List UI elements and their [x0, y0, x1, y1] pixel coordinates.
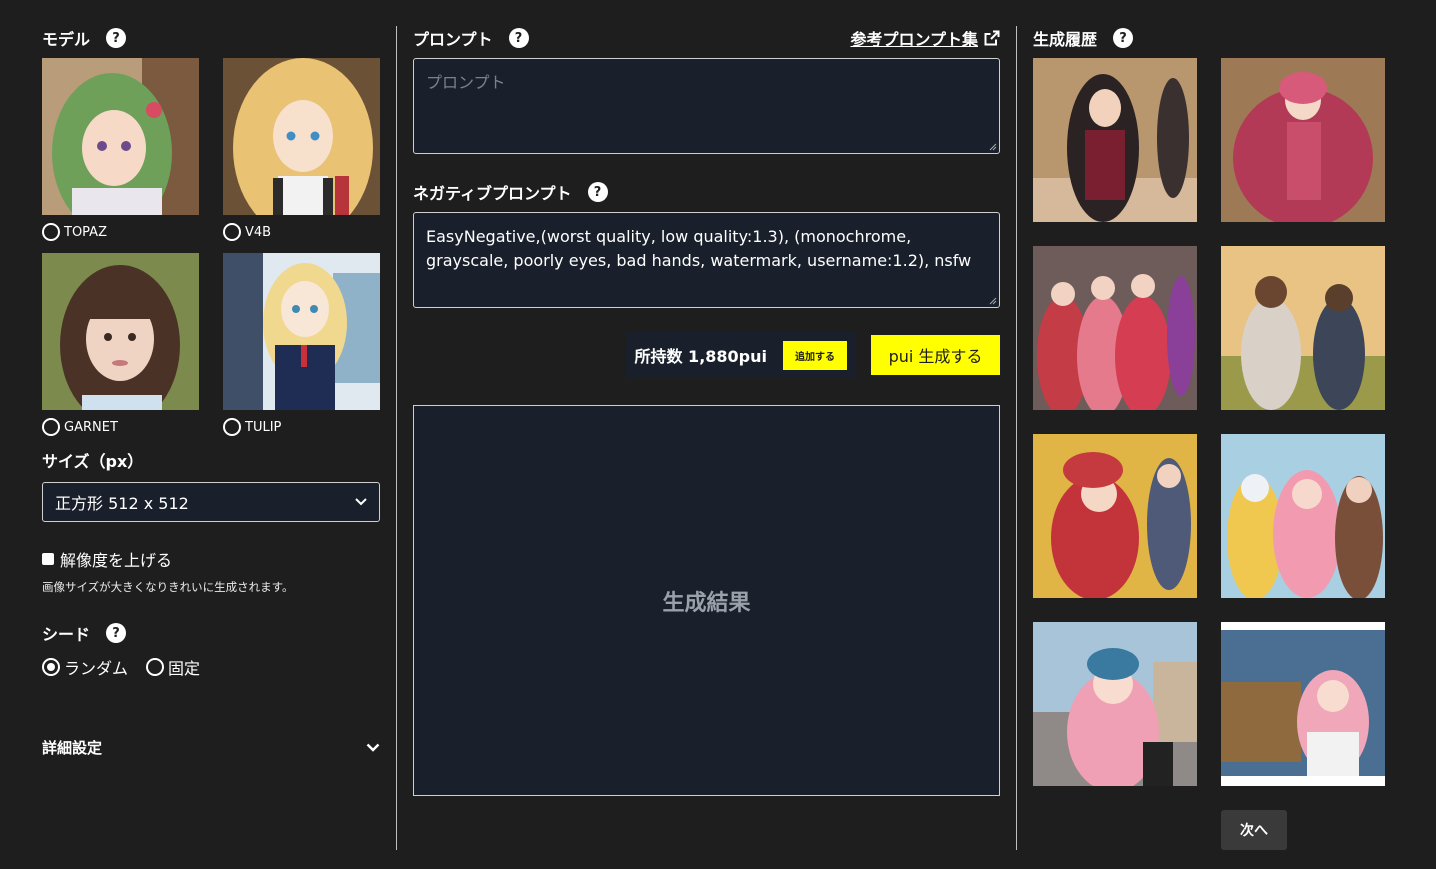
generation-result-label: 生成結果 — [662, 590, 751, 616]
reference-prompts-label: 参考プロンプト集 — [850, 30, 978, 49]
chevron-down-icon — [355, 498, 367, 506]
model-radio-row-topaz[interactable]: TOPAZ — [42, 215, 199, 253]
points-balance-label: 所持数 1,880pui — [634, 347, 767, 366]
model-radio-topaz[interactable] — [42, 223, 60, 241]
chevron-down-icon — [366, 743, 380, 752]
model-radio-row-v4b[interactable]: V4B — [223, 215, 380, 253]
seed-radio-fixed[interactable] — [146, 658, 165, 676]
model-thumbnail-garnet[interactable] — [42, 253, 199, 410]
seed-title: シード — [42, 625, 91, 644]
reference-prompts-link[interactable]: 参考プロンプト集 — [850, 26, 1000, 50]
history-help-icon[interactable]: ? — [1113, 28, 1134, 48]
history-image-5[interactable] — [1033, 434, 1197, 598]
negative-title: ネガティブプロンプト — [413, 184, 572, 203]
model-help-icon[interactable]: ? — [106, 28, 127, 48]
upscale-note: 画像サイズが大きくなりきれいに生成されます。 — [42, 580, 294, 594]
history-title: 生成履歴 — [1033, 30, 1098, 49]
history-image-7[interactable] — [1033, 622, 1197, 786]
generation-result-area: 生成結果 — [413, 405, 1000, 796]
model-section-title: モデル ? — [42, 26, 380, 50]
model-option-tulip[interactable]: TULIP — [223, 253, 380, 448]
model-option-v4b[interactable]: V4B — [223, 58, 380, 253]
model-thumbnail-v4b[interactable] — [223, 58, 380, 215]
model-label-garnet: GARNET — [64, 419, 118, 435]
seed-label-fixed: 固定 — [168, 659, 201, 678]
negative-help-icon[interactable]: ? — [587, 182, 608, 202]
external-link-icon — [984, 30, 1000, 46]
seed-option-fixed[interactable]: 固定 — [146, 655, 200, 679]
model-thumbnail-tulip[interactable] — [223, 253, 380, 410]
history-image-6[interactable] — [1221, 434, 1385, 598]
model-radio-garnet[interactable] — [42, 418, 60, 436]
seed-radio-random[interactable] — [42, 658, 60, 676]
seed-section-title: シード ? — [42, 621, 380, 645]
history-image-1[interactable] — [1033, 58, 1197, 222]
size-select[interactable]: 正方形 512 x 512 — [42, 482, 380, 522]
column-divider — [1016, 26, 1017, 850]
model-grid: TOPAZ V4B GARNET TULIP — [42, 58, 380, 448]
history-section-title: 生成履歴 ? — [1033, 26, 1393, 50]
model-option-garnet[interactable]: GARNET — [42, 253, 199, 448]
prompt-column: プロンプト ? 参考プロンプト集 プロンプト ネガティブプロンプト ? Easy… — [413, 26, 1000, 796]
model-label-topaz: TOPAZ — [64, 224, 107, 240]
settings-column: モデル ? TOPAZ V4B GARNET TULIP サイズ（px） 正方形… — [42, 26, 380, 758]
next-page-button[interactable]: 次へ — [1221, 810, 1287, 850]
advanced-settings-toggle[interactable]: 詳細設定 — [42, 737, 380, 758]
generate-button[interactable]: pui 生成する — [871, 335, 1000, 375]
size-section-title: サイズ（px） — [42, 448, 380, 472]
prompt-input[interactable]: プロンプト — [413, 58, 1000, 154]
add-points-button[interactable]: 追加する — [783, 340, 847, 370]
history-image-3[interactable] — [1033, 246, 1197, 410]
negative-prompt-input[interactable]: EasyNegative,(worst quality, low quality… — [413, 212, 1000, 308]
size-title: サイズ（px） — [42, 452, 144, 471]
model-option-topaz[interactable]: TOPAZ — [42, 58, 199, 253]
upscale-checkbox[interactable] — [42, 553, 54, 565]
prompt-title: プロンプト — [413, 30, 493, 49]
seed-options: ランダム 固定 — [42, 655, 380, 679]
seed-option-random[interactable]: ランダム — [42, 655, 128, 679]
model-radio-v4b[interactable] — [223, 223, 241, 241]
history-image-8[interactable] — [1221, 622, 1385, 786]
upscale-label: 解像度を上げる — [60, 551, 173, 570]
model-thumbnail-topaz[interactable] — [42, 58, 199, 215]
negative-section-title: ネガティブプロンプト ? — [413, 180, 1000, 204]
resize-handle-icon[interactable] — [989, 297, 997, 305]
seed-label-random: ランダム — [64, 659, 129, 678]
model-radio-tulip[interactable] — [223, 418, 241, 436]
generate-row: 所持数 1,880pui 追加する pui 生成する — [413, 332, 1000, 378]
history-column: 生成履歴 ? 次へ — [1033, 26, 1393, 850]
column-divider — [396, 26, 397, 850]
advanced-settings-label: 詳細設定 — [42, 739, 103, 757]
prompt-help-icon[interactable]: ? — [508, 28, 529, 48]
model-title: モデル — [42, 30, 91, 49]
model-label-tulip: TULIP — [245, 419, 282, 435]
seed-help-icon[interactable]: ? — [106, 623, 127, 643]
history-grid — [1033, 58, 1393, 786]
model-radio-row-garnet[interactable]: GARNET — [42, 410, 199, 448]
negative-prompt-value: EasyNegative,(worst quality, low quality… — [426, 227, 972, 270]
resize-handle-icon[interactable] — [989, 143, 997, 151]
history-image-4[interactable] — [1221, 246, 1385, 410]
history-image-2[interactable] — [1221, 58, 1385, 222]
prompt-placeholder: プロンプト — [426, 73, 506, 92]
points-balance: 所持数 1,880pui 追加する — [626, 332, 855, 378]
size-select-value: 正方形 512 x 512 — [55, 494, 189, 513]
model-label-v4b: V4B — [245, 224, 272, 240]
model-radio-row-tulip[interactable]: TULIP — [223, 410, 380, 448]
prompt-section-title: プロンプト ? — [413, 26, 529, 50]
prompt-header: プロンプト ? 参考プロンプト集 — [413, 26, 1000, 50]
upscale-checkbox-row[interactable]: 解像度を上げる — [42, 547, 380, 571]
